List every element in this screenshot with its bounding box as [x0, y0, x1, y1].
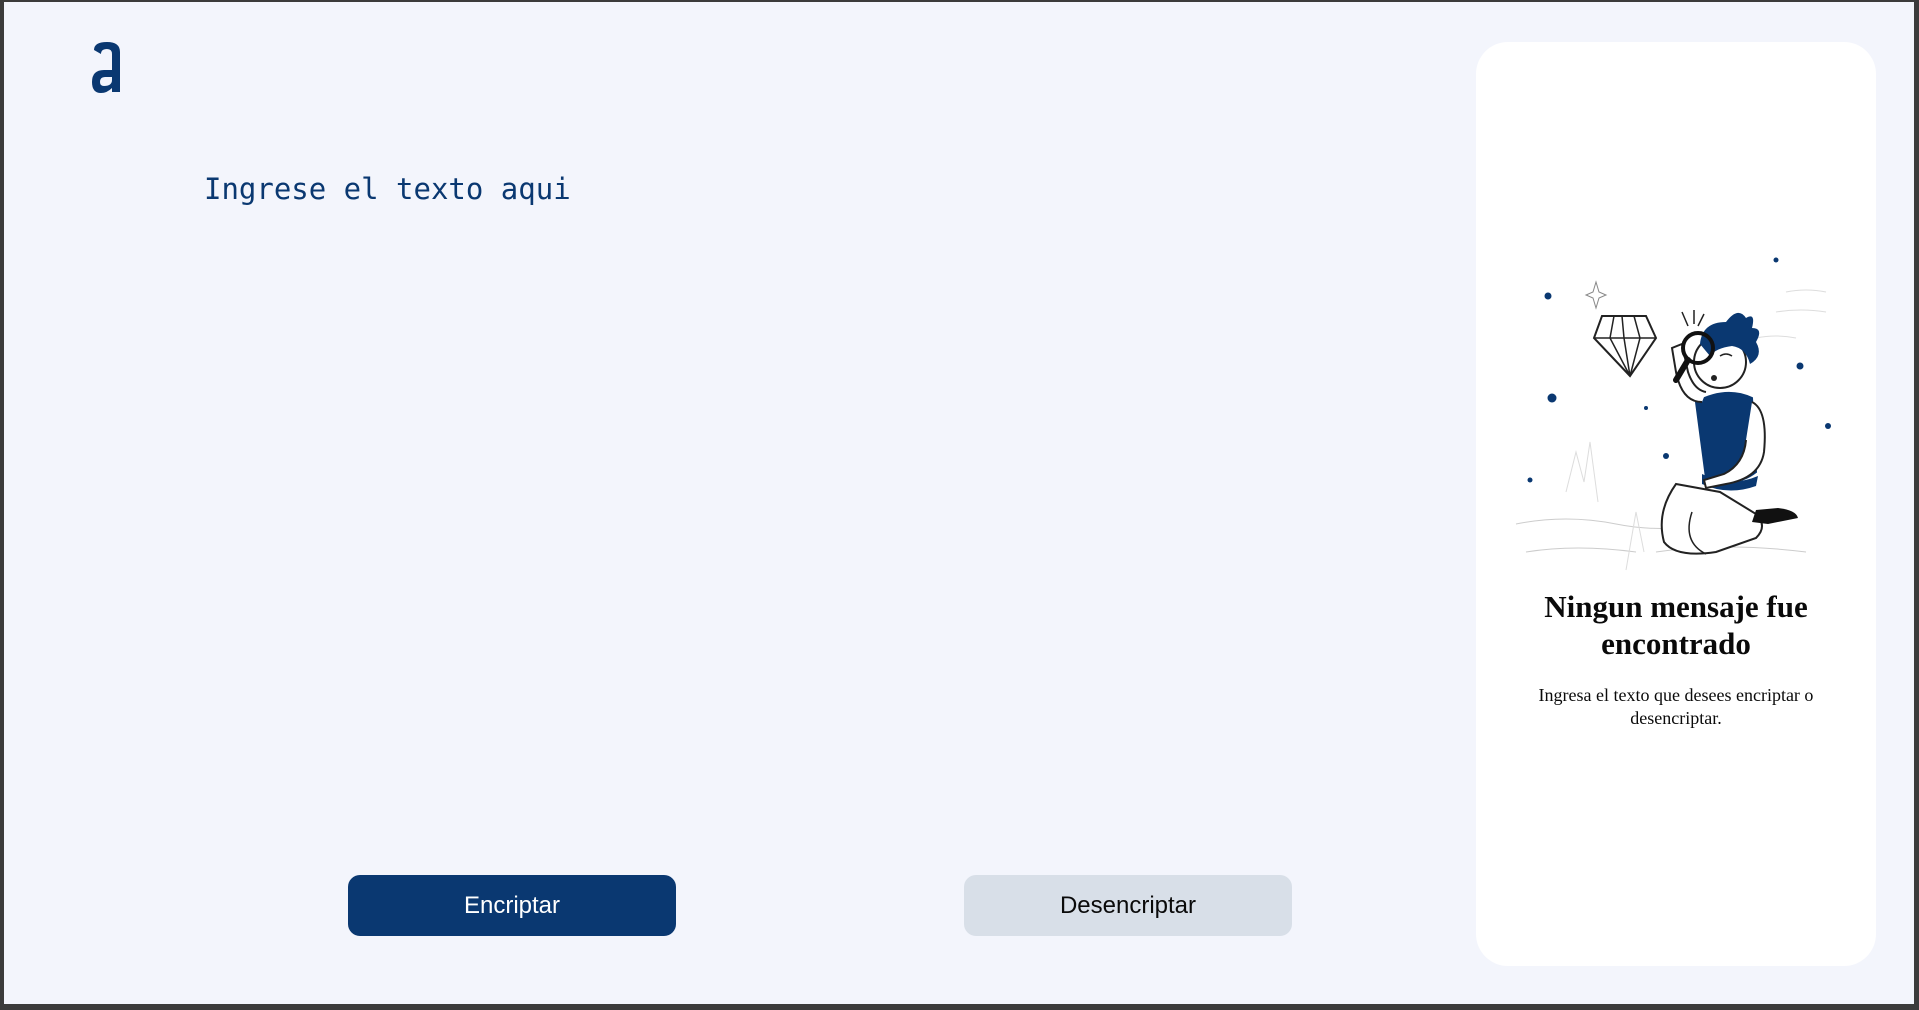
app-window: Encriptar Desencriptar [4, 2, 1914, 1004]
no-message-description: Ingresa el texto que desees encriptar o … [1538, 685, 1814, 728]
text-input[interactable] [204, 172, 1384, 832]
output-panel: Ningun mensaje fue encontrado Ingresa el… [1476, 42, 1876, 966]
alura-logo-icon[interactable] [90, 40, 124, 94]
no-message-title: Ningun mensaje fue encontrado [1544, 589, 1808, 661]
encrypt-button[interactable]: Encriptar [348, 875, 676, 936]
person-magnifying-glass-icon [1506, 252, 1846, 612]
decrypt-button[interactable]: Desencriptar [964, 875, 1292, 936]
